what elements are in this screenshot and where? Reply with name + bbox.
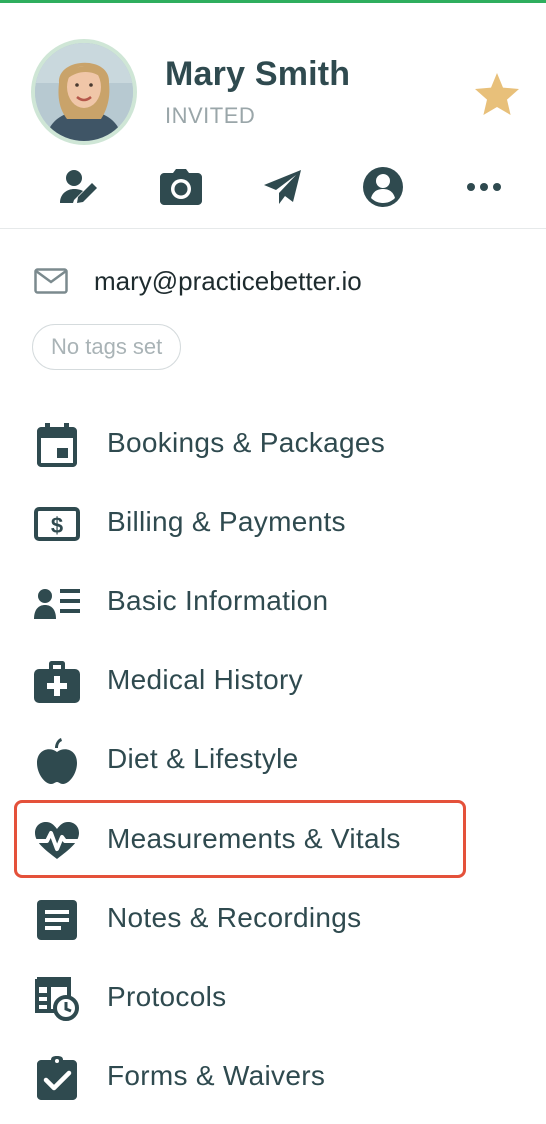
menu-item-label: Bookings & Packages <box>107 427 386 458</box>
menu-item-label: Measurements & Vitals <box>107 823 401 854</box>
quick-actions <box>0 163 546 215</box>
menu-item-label: Notes & Recordings <box>107 902 362 933</box>
billing-icon: $ <box>34 501 80 547</box>
client-header: Mary Smith INVITED <box>0 3 546 229</box>
more-icon[interactable] <box>460 163 508 211</box>
menu-item-protocols[interactable]: Protocols <box>14 958 466 1036</box>
account-icon[interactable] <box>359 163 407 211</box>
email-row[interactable]: mary@practicebetter.io <box>34 263 362 299</box>
edit-user-icon[interactable] <box>56 163 104 211</box>
menu-item-forms-waivers[interactable]: Forms & Waivers <box>14 1037 466 1115</box>
menu-item-diet-lifestyle[interactable]: Diet & Lifestyle <box>14 720 466 798</box>
menu-item-label: Diet & Lifestyle <box>107 743 299 774</box>
menu-item-label: Basic Information <box>107 585 329 616</box>
camera-icon[interactable] <box>157 163 205 211</box>
notes-icon <box>34 897 80 943</box>
clipboard-check-icon <box>34 1055 80 1101</box>
protocols-icon <box>34 976 80 1022</box>
menu-item-label: Medical History <box>107 664 303 695</box>
calendar-icon <box>34 422 80 468</box>
avatar[interactable] <box>31 39 137 145</box>
menu-item-bookings-packages[interactable]: Bookings & Packages <box>14 404 466 482</box>
client-email[interactable]: mary@practicebetter.io <box>94 266 362 297</box>
apple-icon <box>34 738 80 784</box>
menu-item-medical-history[interactable]: Medical History <box>14 641 466 719</box>
heartbeat-icon <box>34 818 80 864</box>
menu-item-label: Billing & Payments <box>107 506 346 537</box>
mail-icon <box>34 268 68 294</box>
send-icon[interactable] <box>259 163 307 211</box>
favorite-star-icon[interactable] <box>473 71 521 117</box>
medical-kit-icon <box>34 659 80 705</box>
svg-text:$: $ <box>51 513 63 538</box>
tags-empty-pill[interactable]: No tags set <box>32 324 182 370</box>
client-status: INVITED <box>165 103 256 128</box>
menu-item-billing-payments[interactable]: $ Billing & Payments <box>14 483 466 561</box>
menu-item-basic-information[interactable]: Basic Information <box>14 562 466 640</box>
client-name: Mary Smith <box>165 55 351 93</box>
menu-item-label: Forms & Waivers <box>107 1060 326 1091</box>
menu-item-notes-recordings[interactable]: Notes & Recordings <box>14 879 466 957</box>
menu-item-label: Protocols <box>107 981 227 1012</box>
contact-card-icon <box>34 580 80 626</box>
menu-item-measurements-vitals[interactable]: Measurements & Vitals <box>14 800 466 878</box>
